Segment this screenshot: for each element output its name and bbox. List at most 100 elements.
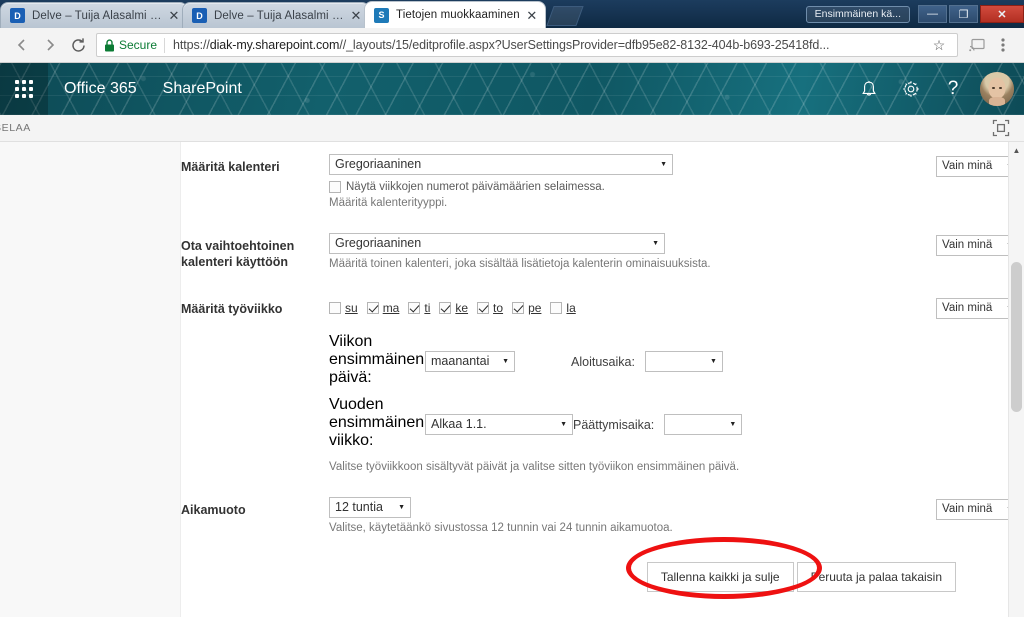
privacy-select-timeformat[interactable]: Vain minä <box>936 499 1018 520</box>
url-text: https://diak-my.sharepoint.com//_layouts… <box>173 38 928 52</box>
weekday-label-ma: ma <box>382 301 400 315</box>
app-launcher-icon[interactable] <box>0 63 48 115</box>
first-week-select[interactable]: Alkaa 1.1. <box>425 414 573 435</box>
delve-icon: D <box>10 8 25 23</box>
window-close-button[interactable]: ✕ <box>980 5 1024 23</box>
weekday-checkbox-la[interactable] <box>550 302 563 314</box>
weekday-ke[interactable]: ke <box>439 301 468 315</box>
field-workweek: su ma ti ke to pe la Viikon ensimmäinen … <box>329 296 914 475</box>
label-workweek: Määritä työviikko <box>181 302 283 316</box>
weekday-ma[interactable]: ma <box>366 301 400 315</box>
field-alt-calendar: Gregoriaaninen Määritä toinen kalenteri,… <box>329 233 914 272</box>
first-day-select[interactable]: maanantai <box>425 351 515 372</box>
end-time-select[interactable] <box>664 414 743 435</box>
save-all-and-close-button[interactable]: Tallenna kaikki ja sulje <box>646 562 794 592</box>
tab-close-icon[interactable]: ✕ <box>167 9 181 23</box>
avatar-neck <box>989 97 1005 106</box>
scroll-up-arrow-icon[interactable]: ▲ <box>1009 142 1024 158</box>
week-numbers-checkbox-line[interactable]: Näytä viikkojen numerot päivämäärien sel… <box>329 181 914 193</box>
weekday-pe[interactable]: pe <box>512 301 541 315</box>
weekday-label-ti: ti <box>424 301 431 315</box>
weekday-checkbox-ti[interactable] <box>408 302 421 314</box>
first-day-field: maanantai <box>425 333 515 372</box>
window-minimize-button[interactable]: — <box>918 5 947 23</box>
profile-settings-content: Määritä kalenteri Gregoriaaninen Näytä v… <box>181 142 1024 617</box>
weekday-checkbox-to[interactable] <box>477 302 490 314</box>
first-day-row: Viikon ensimmäinen päivä: maanantai Aloi… <box>329 333 914 387</box>
chrome-menu-icon[interactable] <box>990 32 1016 58</box>
hint-workweek: Valitse työviikkoon sisältyvät päivät ja… <box>329 461 740 473</box>
hint-alt-calendar: Määritä toinen kalenteri, joka sisältää … <box>329 258 711 270</box>
sharepoint-ribbon: SELAA <box>0 115 1024 142</box>
first-week-row: Vuoden ensimmäinen viikko: Alkaa 1.1. Pä… <box>329 396 914 450</box>
left-navigation-rail <box>0 142 181 617</box>
focus-on-content-icon[interactable] <box>992 119 1010 137</box>
weekday-checkbox-ke[interactable] <box>439 302 452 314</box>
reload-icon[interactable] <box>64 31 92 59</box>
privacy-select-alt-calendar[interactable]: Vain minä <box>936 235 1018 256</box>
timeformat-select[interactable]: 12 tuntia <box>329 497 411 518</box>
calendar-select[interactable]: Gregoriaaninen <box>329 154 673 175</box>
bell-icon[interactable] <box>848 69 890 109</box>
ribbon-tab-selaa[interactable]: SELAA <box>0 122 31 134</box>
weekday-checkbox-pe[interactable] <box>512 302 525 314</box>
end-time-label: Päättymisaika: <box>573 396 654 436</box>
back-icon[interactable] <box>8 31 36 59</box>
label-alt-calendar: Ota vaihtoehtoinen kalenteri käyttöön <box>181 239 295 269</box>
week-numbers-label: Näytä viikkojen numerot päivämäärien sel… <box>346 181 605 193</box>
week-numbers-checkbox[interactable] <box>329 181 341 193</box>
url-prefix: https:// <box>173 38 210 52</box>
titlebar-right-group: Ensimmäinen kä... — ❐ ✕ <box>805 0 1024 28</box>
taskbar-pinned-item[interactable]: Ensimmäinen kä... <box>805 5 910 23</box>
bookmark-star-icon[interactable]: ☆ <box>928 37 950 54</box>
browser-window: D Delve – Tuija Alasalmi – e ✕ D Delve –… <box>0 0 1024 617</box>
forward-icon[interactable] <box>36 31 64 59</box>
lock-icon <box>104 38 115 52</box>
window-maximize-button[interactable]: ❐ <box>949 5 978 23</box>
weekday-label-su: su <box>345 301 358 315</box>
help-icon[interactable]: ? <box>932 69 974 109</box>
weekday-checkbox-ma[interactable] <box>366 302 379 314</box>
sharepoint-app-label[interactable]: SharePoint <box>163 80 242 98</box>
weekday-label-la: la <box>566 301 576 315</box>
browser-tab-3-active[interactable]: S Tietojen muokkaaminen ✕ <box>364 1 546 28</box>
tab-close-icon[interactable]: ✕ <box>525 8 539 22</box>
privacy-select-workweek[interactable]: Vain minä <box>936 298 1018 319</box>
omnibox-divider <box>164 37 166 53</box>
start-time-select[interactable] <box>644 351 723 372</box>
cancel-and-go-back-button[interactable]: Peruuta ja palaa takaisin <box>796 562 956 592</box>
weekday-checkbox-su[interactable] <box>329 302 341 314</box>
avatar[interactable] <box>980 72 1014 106</box>
alt-calendar-select[interactable]: Gregoriaaninen <box>329 233 665 254</box>
vertical-scrollbar[interactable]: ▲ <box>1008 142 1024 617</box>
cast-icon[interactable] <box>964 32 990 58</box>
label-timeformat: Aikamuoto <box>181 503 246 517</box>
tab-strip: D Delve – Tuija Alasalmi – e ✕ D Delve –… <box>0 0 584 28</box>
weekday-to[interactable]: to <box>477 301 503 315</box>
weekday-ti[interactable]: ti <box>408 301 430 315</box>
browser-titlebar: D Delve – Tuija Alasalmi – e ✕ D Delve –… <box>0 0 1024 28</box>
address-bar[interactable]: Secure https://diak-my.sharepoint.com//_… <box>96 33 958 57</box>
form-row-workweek: Määritä työviikko su ma ti ke to pe la V… <box>181 296 1024 475</box>
gear-icon[interactable] <box>890 69 932 109</box>
office365-suite-bar: Office 365 SharePoint ? <box>0 63 1024 115</box>
first-day-label: Viikon ensimmäinen päivä: <box>329 333 425 386</box>
weekday-label-pe: pe <box>528 301 542 315</box>
browser-tab-2[interactable]: D Delve – Tuija Alasalmi – e ✕ <box>182 2 370 28</box>
form-row-timeformat: Aikamuoto 12 tuntia Valitse, käytetäänkö… <box>181 497 1024 536</box>
form-actions: Tallenna kaikki ja sulje Peruuta ja pala… <box>181 562 1024 592</box>
weekday-la[interactable]: la <box>550 301 576 315</box>
waffle-grid <box>15 80 33 98</box>
scrollbar-thumb[interactable] <box>1011 262 1022 412</box>
privacy-select-calendar[interactable]: Vain minä <box>936 156 1018 177</box>
form-row-alt-calendar: Ota vaihtoehtoinen kalenteri käyttöön Gr… <box>181 233 1024 272</box>
tab-title: Delve – Tuija Alasalmi – e <box>32 9 162 22</box>
weekday-su[interactable]: su <box>329 301 358 315</box>
office365-brand-label[interactable]: Office 365 <box>64 80 137 98</box>
tab-close-icon[interactable]: ✕ <box>349 9 363 23</box>
suite-bar-actions: ? <box>848 63 1014 115</box>
tab-title: Tietojen muokkaaminen <box>396 9 520 21</box>
browser-tab-1[interactable]: D Delve – Tuija Alasalmi – e ✕ <box>0 2 188 28</box>
new-tab-button[interactable] <box>546 6 584 26</box>
url-path: //_layouts/15/editprofile.aspx?UserSetti… <box>339 38 830 52</box>
